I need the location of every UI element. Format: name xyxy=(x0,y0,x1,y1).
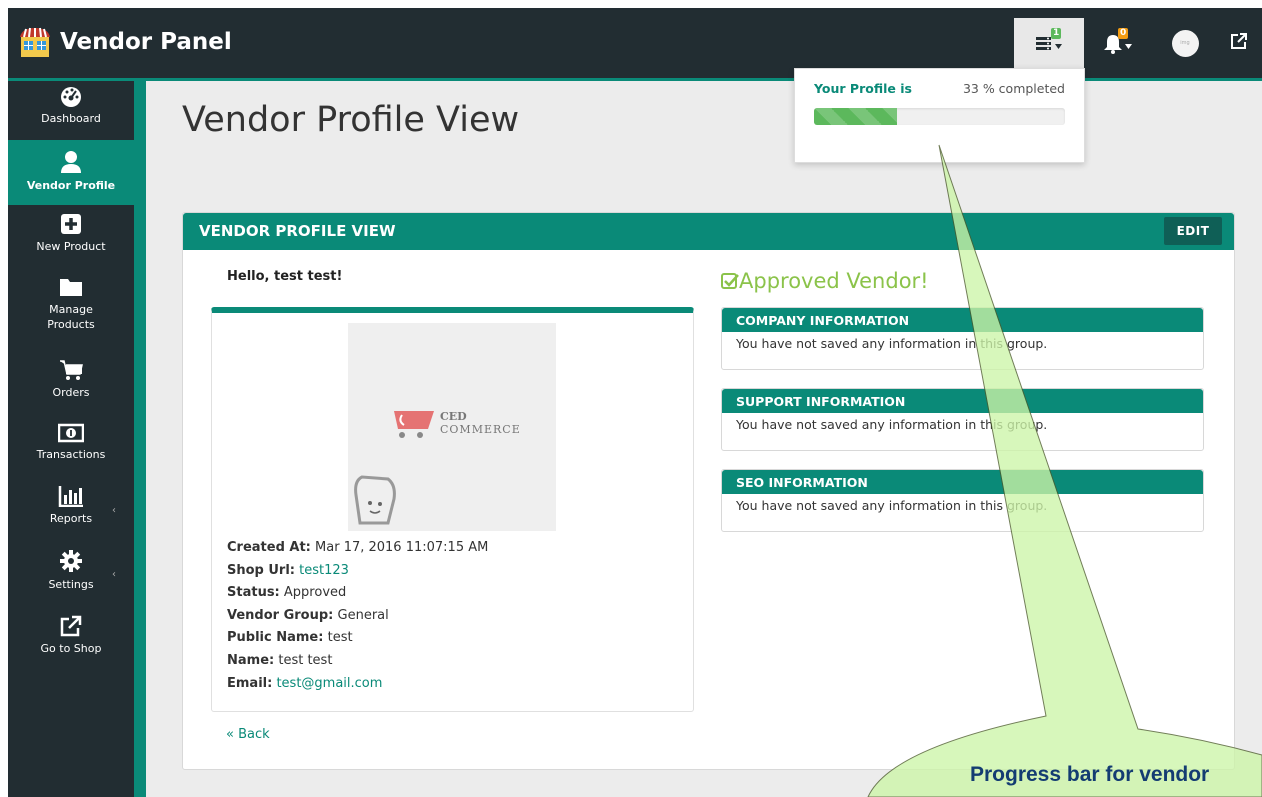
progress-badge: 1 xyxy=(1051,28,1062,39)
sidebar-item-transactions[interactable]: Transactions xyxy=(8,423,134,467)
sidebar-item-manage-products[interactable]: Manage Products xyxy=(8,277,134,341)
sidebar-item-new-product[interactable]: New Product xyxy=(8,213,134,263)
notifications-badge: 0 xyxy=(1118,28,1129,39)
email-row: Email: test@gmail.com xyxy=(227,675,383,691)
sidebar-item-go-to-shop[interactable]: Go to Shop xyxy=(8,615,134,659)
approved-vendor-status: Approved Vendor! xyxy=(721,269,929,295)
seo-information-box: SEO INFORMATION You have not saved any i… xyxy=(721,469,1204,532)
sidebar-item-dashboard[interactable]: Dashboard xyxy=(8,85,134,135)
profile-progress-toggle[interactable]: 1 xyxy=(1014,18,1084,68)
settings-caret-icon: ‹ xyxy=(112,569,116,580)
notifications-button[interactable]: 0 xyxy=(1094,18,1144,68)
profile-progress-bar xyxy=(814,108,1065,125)
sidebar-item-label: Dashboard xyxy=(41,112,101,125)
created-at-row: Created At: Mar 17, 2016 11:07:15 AM xyxy=(227,540,489,555)
progress-percent-text: 33 % completed xyxy=(962,81,1065,96)
company-information-box: COMPANY INFORMATION You have not saved a… xyxy=(721,307,1204,370)
sidebar-item-label: Settings xyxy=(48,578,94,591)
section-body: You have not saved any information in th… xyxy=(736,417,1048,432)
shop-url-link[interactable]: test123 xyxy=(299,563,349,578)
dashboard-icon xyxy=(8,85,134,110)
vendor-image-brand-top: CED xyxy=(440,410,467,423)
vendor-image: CED COMMERCE xyxy=(348,323,556,531)
check-square-icon xyxy=(721,271,739,295)
sidebar-item-label: New Product xyxy=(36,240,106,253)
avatar: img xyxy=(1171,29,1199,57)
page-title: Vendor Profile View xyxy=(182,100,520,140)
content-accent-strip xyxy=(134,81,146,797)
progress-label: Your Profile is xyxy=(814,81,912,96)
go-to-shop-top-button[interactable] xyxy=(1224,18,1254,68)
box-header: VENDOR PROFILE VIEW EDIT xyxy=(183,213,1234,250)
cart-icon xyxy=(8,359,134,384)
sidebar-item-settings[interactable]: Settings ‹ xyxy=(8,549,134,599)
reports-caret-icon: ‹ xyxy=(112,505,116,516)
section-title: COMPANY INFORMATION xyxy=(722,308,1203,332)
sidebar-item-label: Orders xyxy=(52,386,90,399)
folder-icon xyxy=(8,277,134,300)
section-title: SUPPORT INFORMATION xyxy=(722,389,1203,413)
edit-button[interactable]: EDIT xyxy=(1164,217,1222,245)
user-icon xyxy=(8,140,134,177)
approved-vendor-text: Approved Vendor! xyxy=(739,269,929,293)
status-row: Status: Approved xyxy=(227,585,347,601)
shop-icon xyxy=(18,25,52,59)
plus-square-icon xyxy=(8,213,134,238)
bell-icon: 0 xyxy=(1104,28,1134,55)
name-row: Name: test test xyxy=(227,652,333,668)
public-name-row: Public Name: test xyxy=(227,630,353,646)
profile-progress-dropdown: Your Profile is 33 % completed xyxy=(794,68,1085,163)
sidebar-item-label: Transactions xyxy=(36,448,106,461)
external-link-icon xyxy=(8,615,134,640)
vendor-group-row: Vendor Group: General xyxy=(227,607,389,623)
status-value: Approved xyxy=(283,585,347,601)
section-body: You have not saved any information in th… xyxy=(736,498,1048,513)
profile-progress-fill xyxy=(814,108,897,125)
callout-text: Progress bar for vendor xyxy=(970,763,1210,786)
name-value: test test xyxy=(278,652,333,668)
sidebar-item-label: Vendor Profile xyxy=(26,179,116,192)
vendor-group-value: General xyxy=(337,607,389,623)
created-at-value: Mar 17, 2016 11:07:15 AM xyxy=(315,540,489,555)
app-frame: Vendor Panel 1 0 img Dashboard Vendor Pr… xyxy=(8,8,1262,797)
section-title: SEO INFORMATION xyxy=(722,470,1203,494)
box-title: VENDOR PROFILE VIEW xyxy=(199,222,396,240)
email-link[interactable]: test@gmail.com xyxy=(276,676,382,691)
sidebar: Dashboard Vendor Profile New Product Man… xyxy=(8,81,134,797)
sidebar-item-vendor-profile[interactable]: Vendor Profile xyxy=(8,140,134,205)
external-link-icon xyxy=(1230,32,1248,54)
shop-url-row: Shop Url: test123 xyxy=(227,562,349,578)
vendor-image-brand-bottom: COMMERCE xyxy=(440,423,521,436)
sidebar-item-orders[interactable]: Orders xyxy=(8,359,134,403)
sidebar-item-reports[interactable]: Reports ‹ xyxy=(8,485,134,535)
progress-server-icon: 1 xyxy=(1034,28,1064,55)
vendor-profile-box: VENDOR PROFILE VIEW EDIT Hello, test tes… xyxy=(182,212,1235,770)
app-title: Vendor Panel xyxy=(60,29,232,55)
sidebar-item-label: Go to Shop xyxy=(40,642,102,655)
sidebar-item-label: Manage Products xyxy=(47,303,95,331)
brand[interactable]: Vendor Panel xyxy=(18,22,232,62)
user-avatar-button[interactable]: img xyxy=(1160,18,1210,68)
greeting: Hello, test test! xyxy=(227,269,343,284)
section-body: You have not saved any information in th… xyxy=(736,336,1048,351)
sidebar-item-label: Reports xyxy=(49,512,93,525)
vendor-details: Created At: Mar 17, 2016 11:07:15 AM Sho… xyxy=(227,537,488,695)
profile-card: CED COMMERCE Created At: Mar 17, 2016 11… xyxy=(211,307,694,712)
public-name-value: test xyxy=(327,630,353,646)
support-information-box: SUPPORT INFORMATION You have not saved a… xyxy=(721,388,1204,451)
money-icon xyxy=(8,423,134,446)
back-link[interactable]: « Back xyxy=(226,727,270,742)
